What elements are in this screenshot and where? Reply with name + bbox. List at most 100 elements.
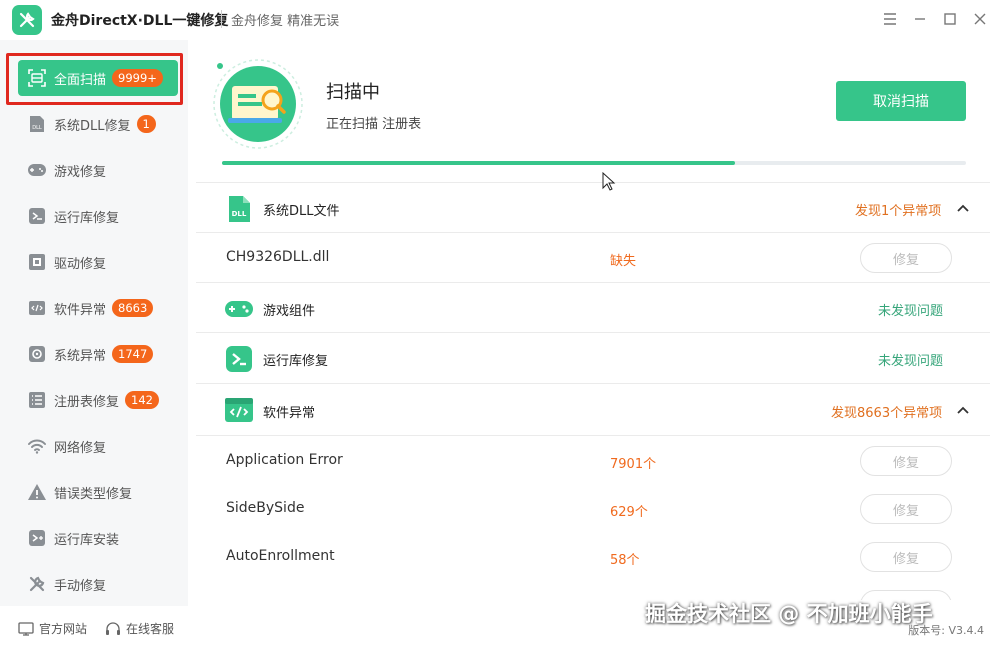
sidebar-item-driver[interactable]: 驱动修复 bbox=[18, 244, 178, 280]
driver-icon bbox=[26, 251, 48, 273]
category-label: 软件异常 bbox=[263, 406, 316, 421]
item-value: 629个 bbox=[610, 505, 648, 520]
sidebar-item-system-dll[interactable]: DLL 系统DLL修复 1 bbox=[18, 106, 178, 142]
category-status: 发现8663个异常项 bbox=[831, 406, 943, 421]
table-row: Application Error 7901个 修复 bbox=[196, 436, 990, 484]
item-name: SideBySide bbox=[226, 500, 305, 516]
chevron-up-icon[interactable] bbox=[956, 201, 970, 215]
install-icon bbox=[26, 527, 48, 549]
app-logo-icon bbox=[12, 5, 42, 35]
dll-file-icon: DLL bbox=[229, 196, 250, 222]
online-support-label: 在线客服 bbox=[126, 622, 175, 636]
category-row-software[interactable]: 软件异常 发现8663个异常项 bbox=[196, 384, 990, 436]
item-value: 缺失 bbox=[610, 254, 637, 269]
count-badge: 9999+ bbox=[112, 69, 163, 87]
code-window-icon bbox=[225, 398, 253, 422]
category-label: 游戏组件 bbox=[263, 304, 316, 319]
sidebar-item-error-type[interactable]: 错误类型修复 bbox=[18, 474, 178, 510]
category-row-game[interactable]: 游戏组件 未发现问题 bbox=[196, 283, 990, 333]
fix-button[interactable]: 修复 bbox=[860, 494, 952, 524]
sidebar-item-label: 驱动修复 bbox=[54, 256, 107, 272]
fix-button[interactable]: 修复 bbox=[860, 243, 952, 273]
gear-icon bbox=[26, 343, 48, 365]
monitor-icon bbox=[18, 621, 34, 636]
wifi-icon bbox=[26, 435, 48, 457]
count-badge: 8663 bbox=[112, 299, 154, 317]
sidebar-item-manual[interactable]: 手动修复 bbox=[18, 566, 178, 602]
sidebar-item-full-scan[interactable]: 全面扫描 9999+ bbox=[18, 60, 178, 96]
item-value: 7901个 bbox=[610, 457, 657, 472]
warning-icon bbox=[26, 481, 48, 503]
sidebar-item-label: 运行库安装 bbox=[54, 532, 120, 548]
sidebar-item-label: 手动修复 bbox=[54, 578, 107, 594]
scan-illustration-icon bbox=[213, 59, 303, 149]
sidebar-item-network[interactable]: 网络修复 bbox=[18, 428, 178, 464]
cancel-scan-button[interactable]: 取消扫描 bbox=[836, 81, 966, 121]
title-divider bbox=[221, 10, 222, 28]
sidebar: 全面扫描 9999+ DLL 系统DLL修复 1 游戏修复 运行库修复 驱动修复… bbox=[0, 40, 188, 606]
table-row: SideBySide 629个 修复 bbox=[196, 484, 990, 532]
sidebar-item-label: 软件异常 bbox=[54, 302, 107, 318]
runtime-icon bbox=[26, 205, 48, 227]
item-name: AutoEnrollment bbox=[226, 548, 335, 564]
item-name: CH9326DLL.dll bbox=[226, 249, 330, 265]
category-label: 运行库修复 bbox=[263, 354, 329, 369]
sidebar-item-label: 系统DLL修复 bbox=[54, 118, 131, 134]
category-status: 未发现问题 bbox=[878, 304, 944, 319]
watermark: 掘金技术社区 @ 不加班小能手 bbox=[645, 602, 933, 626]
gamepad-icon bbox=[26, 159, 48, 181]
app-slogan: 金舟修复 精准无误 bbox=[231, 14, 340, 29]
category-status: 未发现问题 bbox=[878, 354, 944, 369]
category-row-runtime[interactable]: 运行库修复 未发现问题 bbox=[196, 333, 990, 384]
title-bar: 金舟DirectX·DLL一键修复 金舟修复 精准无误 bbox=[0, 0, 1000, 38]
app-title: 金舟DirectX·DLL一键修复 bbox=[51, 13, 229, 29]
online-support-link[interactable]: 在线客服 bbox=[105, 620, 174, 637]
menu-icon[interactable] bbox=[880, 9, 900, 29]
sidebar-item-system[interactable]: 系统异常 1747 bbox=[18, 336, 178, 372]
scan-progress-bar bbox=[222, 161, 966, 165]
official-website-label: 官方网站 bbox=[39, 622, 88, 636]
count-badge: 1 bbox=[136, 115, 156, 133]
sidebar-item-game[interactable]: 游戏修复 bbox=[18, 152, 178, 188]
sidebar-item-software[interactable]: 软件异常 8663 bbox=[18, 290, 178, 326]
sidebar-item-runtime[interactable]: 运行库修复 bbox=[18, 198, 178, 234]
official-website-link[interactable]: 官方网站 bbox=[18, 620, 87, 637]
fix-button[interactable]: 修复 bbox=[860, 542, 952, 572]
table-row: AutoEnrollment 58个 修复 bbox=[196, 532, 990, 580]
gamepad-icon bbox=[225, 301, 253, 317]
sidebar-item-label: 运行库修复 bbox=[54, 210, 120, 226]
maximize-icon[interactable] bbox=[940, 9, 960, 29]
fix-button[interactable]: 修复 bbox=[860, 446, 952, 476]
sidebar-item-registry[interactable]: 注册表修复 142 bbox=[18, 382, 178, 418]
list-icon bbox=[26, 389, 48, 411]
count-badge: 1747 bbox=[112, 345, 154, 363]
sidebar-item-runtime-install[interactable]: 运行库安装 bbox=[18, 520, 178, 556]
svg-text:DLL: DLL bbox=[232, 210, 247, 218]
category-label: 系统DLL文件 bbox=[263, 204, 340, 219]
chevron-up-icon[interactable] bbox=[956, 403, 970, 417]
item-value: 58个 bbox=[610, 553, 640, 568]
sidebar-item-label: 网络修复 bbox=[54, 440, 107, 456]
sidebar-item-label: 系统异常 bbox=[54, 348, 107, 364]
dll-icon: DLL bbox=[26, 113, 48, 135]
scan-header: 扫描中 正在扫描 注册表 取消扫描 bbox=[196, 40, 1000, 180]
category-row-system-dll[interactable]: DLL 系统DLL文件 发现1个异常项 bbox=[196, 183, 990, 233]
results-scrollbar[interactable] bbox=[990, 182, 1000, 600]
results-list: DLL 系统DLL文件 发现1个异常项 CH9326DLL.dll 缺失 修复 … bbox=[196, 182, 990, 600]
svg-text:DLL: DLL bbox=[32, 125, 42, 131]
category-status: 发现1个异常项 bbox=[855, 204, 942, 219]
scan-title: 扫描中 bbox=[326, 82, 380, 103]
mouse-cursor-icon bbox=[602, 172, 616, 191]
sidebar-item-label: 错误类型修复 bbox=[54, 486, 133, 502]
code-icon bbox=[26, 297, 48, 319]
headset-icon bbox=[106, 621, 120, 635]
scan-status: 正在扫描 注册表 bbox=[326, 117, 422, 132]
table-row: 修复 bbox=[196, 580, 990, 600]
item-name: Application Error bbox=[226, 452, 343, 468]
count-badge: 142 bbox=[125, 391, 159, 409]
minimize-icon[interactable] bbox=[910, 9, 930, 29]
scan-icon bbox=[26, 67, 48, 89]
close-icon[interactable] bbox=[970, 9, 990, 29]
scan-progress-fill bbox=[222, 161, 736, 165]
runtime-icon bbox=[226, 346, 252, 372]
